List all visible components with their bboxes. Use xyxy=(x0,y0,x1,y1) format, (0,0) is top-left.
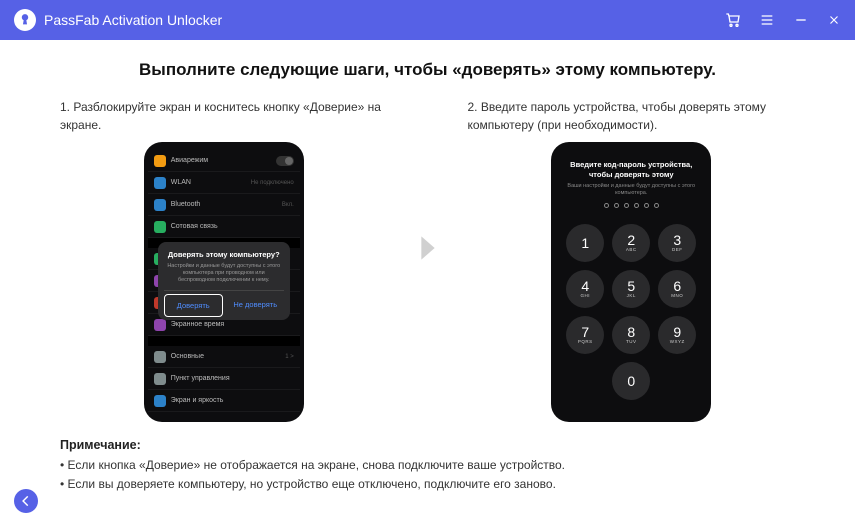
passcode-sub: Ваши настройки и данные будут доступны с… xyxy=(565,183,697,197)
keypad-key-4[interactable]: 4GHI xyxy=(566,270,604,308)
passcode-dots xyxy=(565,203,697,208)
note-section: Примечание: Если кнопка «Доверие» не ото… xyxy=(60,422,795,494)
menu-icon[interactable] xyxy=(759,12,775,28)
keypad-key-1[interactable]: 1 xyxy=(566,224,604,262)
app-logo xyxy=(14,9,36,31)
settings-row: Пункт управления xyxy=(148,368,300,390)
modal-title: Доверять этому компьютеру? xyxy=(164,250,284,260)
keypad-key-8[interactable]: 8TUV xyxy=(612,316,650,354)
keypad-key-7[interactable]: 7PQRS xyxy=(566,316,604,354)
trust-modal: Доверять этому компьютеру? Настройки и да… xyxy=(158,242,290,320)
keypad-key-5[interactable]: 5JKL xyxy=(612,270,650,308)
modal-desc: Настройки и данные будут доступны с этог… xyxy=(164,263,284,284)
settings-row: Экран и яркость xyxy=(148,390,300,412)
passcode-title: Введите код-пароль устройства, чтобы дов… xyxy=(565,160,697,180)
trust-button[interactable]: Доверять xyxy=(164,294,223,317)
close-icon[interactable] xyxy=(827,13,841,27)
phone-mockup-2: Введите код-пароль устройства, чтобы дов… xyxy=(551,142,711,422)
phone-mockup-1: АвиарежимWLANНе подключеноBluetoothВкл.С… xyxy=(144,142,304,422)
keypad-key-6[interactable]: 6MNO xyxy=(658,270,696,308)
page-title: Выполните следующие шаги, чтобы «доверят… xyxy=(60,60,795,80)
step-2: 2. Введите пароль устройства, чтобы дове… xyxy=(468,98,796,422)
step-2-text: 2. Введите пароль устройства, чтобы дове… xyxy=(468,98,796,134)
keypad-empty xyxy=(566,362,604,400)
minimize-icon[interactable] xyxy=(793,12,809,28)
note-item-1: Если кнопка «Доверие» не отображается на… xyxy=(60,456,795,475)
titlebar: PassFab Activation Unlocker xyxy=(0,0,855,40)
settings-row: BluetoothВкл. xyxy=(148,194,300,216)
content: Выполните следующие шаги, чтобы «доверят… xyxy=(0,40,855,494)
settings-row: Основные1 > xyxy=(148,346,300,368)
keypad-key-3[interactable]: 3DEF xyxy=(658,224,696,262)
keypad-key-0[interactable]: 0 xyxy=(612,362,650,400)
step-1: 1. Разблокируйте экран и коснитесь кнопк… xyxy=(60,98,388,422)
keypad-key-9[interactable]: 9WXYZ xyxy=(658,316,696,354)
dont-trust-button[interactable]: Не доверять xyxy=(227,294,284,317)
keypad: 12ABC3DEF 4GHI5JKL6MNO 7PQRS8TUV9WXYZ0 xyxy=(555,224,707,400)
cart-icon[interactable] xyxy=(725,12,741,28)
settings-row: Сотовая связь xyxy=(148,216,300,238)
settings-row: Авиарежим xyxy=(148,150,300,172)
note-label: Примечание: xyxy=(60,438,141,452)
arrow-icon xyxy=(398,228,458,268)
back-button[interactable] xyxy=(14,489,38,513)
settings-row: WLANНе подключено xyxy=(148,172,300,194)
app-title: PassFab Activation Unlocker xyxy=(44,12,725,28)
keypad-key-2[interactable]: 2ABC xyxy=(612,224,650,262)
step-1-text: 1. Разблокируйте экран и коснитесь кнопк… xyxy=(60,98,388,134)
note-item-2: Если вы доверяете компьютеру, но устройс… xyxy=(60,475,795,494)
keypad-empty xyxy=(658,362,696,400)
